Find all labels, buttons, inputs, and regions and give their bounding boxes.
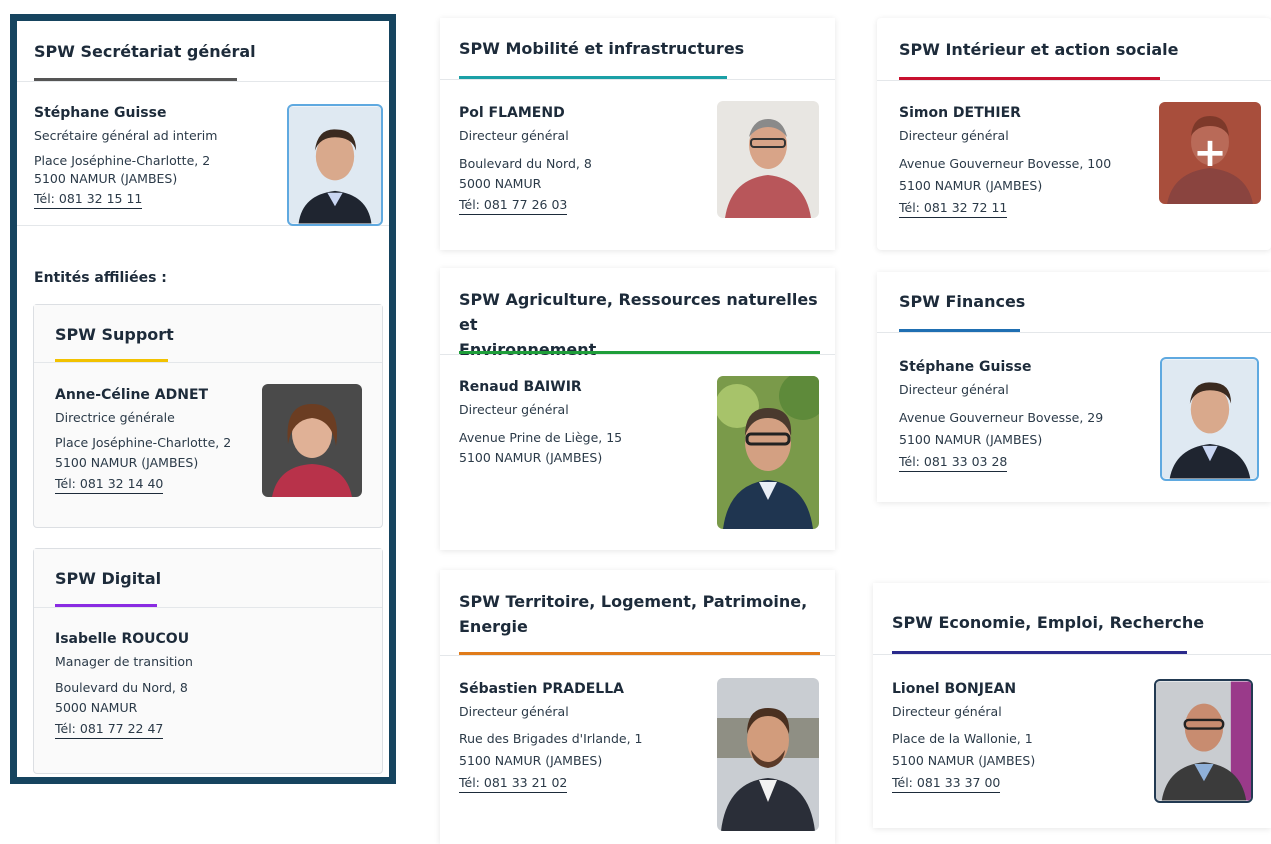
person-block: Anne-Céline ADNET Directrice générale Pl… xyxy=(34,363,382,497)
card-title: SPW Mobilité et infrastructures xyxy=(459,39,745,58)
plus-icon[interactable]: + xyxy=(1193,133,1227,173)
person-photo xyxy=(1154,679,1253,803)
portrait-icon xyxy=(289,106,381,224)
card-title: SPW Support xyxy=(55,325,174,344)
portrait-icon xyxy=(262,384,362,497)
card-title: SPW Digital xyxy=(55,569,162,588)
card-agriculture-environnement: SPW Agriculture, Ressources naturelles e… xyxy=(440,268,835,550)
person-block: Stéphane Guisse Directeur général Avenue… xyxy=(877,333,1271,481)
person-photo xyxy=(262,384,362,497)
portrait-icon xyxy=(1156,681,1251,801)
person-block: Sébastien PRADELLA Directeur général Rue… xyxy=(440,656,835,831)
card-title: SPW Intérieur et action sociale xyxy=(899,40,1179,59)
portrait-icon xyxy=(1162,359,1257,479)
address-line: 5000 NAMUR xyxy=(55,700,138,715)
person-block: Simon DETHIER Directeur général Avenue G… xyxy=(877,81,1271,218)
person-photo xyxy=(717,678,819,831)
card-title-accent xyxy=(34,78,237,81)
card-title-accent xyxy=(55,604,157,607)
card-mobilite-infrastructures: SPW Mobilité et infrastructures Pol FLAM… xyxy=(440,18,835,250)
card-spw-digital: SPW Digital Isabelle ROUCOU Manager de t… xyxy=(33,548,383,774)
card-title: SPW Secrétariat général xyxy=(34,42,256,61)
card-title-line: SPW Territoire, Logement, Patrimoine, xyxy=(459,592,808,611)
portrait-icon xyxy=(717,101,819,218)
affiliated-label: Entités affiliées : xyxy=(34,267,167,286)
person-block: Isabelle ROUCOU Manager de transition Bo… xyxy=(34,608,382,739)
person-photo[interactable]: + xyxy=(1159,102,1261,204)
person-address: Boulevard du Nord, 8 5000 NAMUR xyxy=(55,678,382,718)
card-title-accent xyxy=(899,329,1020,332)
card-title-accent xyxy=(892,651,1187,654)
card-title-accent xyxy=(459,652,820,655)
card-title: SPW Territoire, Logement, Patrimoine, En… xyxy=(459,589,835,639)
card-header: SPW Support xyxy=(34,305,382,363)
phone-link[interactable]: Tél: 081 33 21 02 xyxy=(459,774,568,793)
person-photo xyxy=(1160,357,1259,481)
card-title-accent xyxy=(459,76,727,79)
person-photo xyxy=(717,101,819,218)
portrait-icon xyxy=(717,678,819,831)
section-label: Entités affiliées : xyxy=(34,270,167,286)
card-title-line: Energie xyxy=(459,617,528,636)
phone-link[interactable]: Tél: 081 32 14 40 xyxy=(55,475,164,494)
card-economie-emploi-recherche: SPW Economie, Emploi, Recherche Lionel B… xyxy=(873,583,1271,828)
card-header: SPW Mobilité et infrastructures xyxy=(440,18,835,80)
phone-link[interactable]: Tél: 081 33 37 00 xyxy=(892,774,1001,793)
card-title-accent xyxy=(55,359,168,362)
phone-link[interactable]: Tél: 081 33 03 28 xyxy=(899,453,1008,472)
card-finances: SPW Finances Stéphane Guisse Directeur g… xyxy=(877,272,1271,502)
person-photo xyxy=(717,376,819,529)
card-header: SPW Intérieur et action sociale xyxy=(877,18,1271,81)
portrait-icon xyxy=(717,376,819,529)
card-territoire-energie: SPW Territoire, Logement, Patrimoine, En… xyxy=(440,570,835,844)
phone-link[interactable]: Tél: 081 77 22 47 xyxy=(55,720,164,739)
card-title: SPW Economie, Emploi, Recherche xyxy=(892,613,1205,632)
phone-link[interactable]: Tél: 081 32 15 11 xyxy=(34,190,143,209)
card-header: SPW Agriculture, Ressources naturelles e… xyxy=(440,268,835,359)
person-block: Renaud BAIWIR Directeur général Avenue P… xyxy=(440,355,835,529)
card-title-accent xyxy=(899,77,1160,80)
person-block: Stéphane Guisse Secrétaire général ad in… xyxy=(17,82,389,226)
card-header: SPW Territoire, Logement, Patrimoine, En… xyxy=(440,570,835,656)
card-header: SPW Digital xyxy=(34,549,382,608)
person-block: Pol FLAMEND Directeur général Boulevard … xyxy=(440,80,835,218)
person-role: Manager de transition xyxy=(55,654,193,669)
address-line: Boulevard du Nord, 8 xyxy=(55,680,188,695)
person-photo xyxy=(287,104,383,226)
card-header: SPW Economie, Emploi, Recherche xyxy=(873,583,1271,655)
card-title-accent xyxy=(459,351,820,354)
phone-link[interactable]: Tél: 081 32 72 11 xyxy=(899,199,1008,218)
person-name: Isabelle ROUCOU xyxy=(55,631,190,647)
card-title-line: SPW Agriculture, Ressources naturelles e… xyxy=(459,290,818,334)
card-header: SPW Finances xyxy=(877,272,1271,333)
card-secretariat-general: SPW Secrétariat général Stéphane Guisse … xyxy=(10,14,396,784)
person-block: Lionel BONJEAN Directeur général Place d… xyxy=(873,655,1271,803)
card-title: SPW Finances xyxy=(899,292,1026,311)
phone-link[interactable]: Tél: 081 77 26 03 xyxy=(459,196,568,215)
card-header: SPW Secrétariat général xyxy=(17,21,389,82)
card-spw-support: SPW Support Anne-Céline ADNET Directrice… xyxy=(33,304,383,528)
card-interieur-action-sociale: SPW Intérieur et action sociale Simon DE… xyxy=(877,18,1271,250)
